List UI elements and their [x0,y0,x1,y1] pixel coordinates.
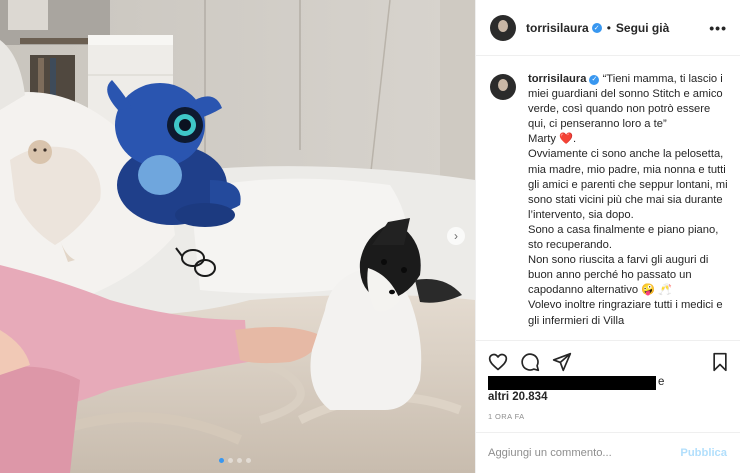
carousel-dot [237,458,242,463]
post-action-bar [476,340,740,379]
carousel-dot [228,458,233,463]
more-options-icon[interactable]: ••• [709,20,727,36]
likes-count-link[interactable]: altri 20.834 [488,391,547,403]
bookmark-icon[interactable] [711,352,729,372]
post-header: torrisilaura ✓ • Segui già ••• [476,0,740,56]
author-username[interactable]: torrisilaura [526,21,589,35]
likes-conjunction: e [658,376,665,388]
caption-author-avatar[interactable] [490,74,516,100]
carousel-dot [219,458,224,463]
post-timestamp[interactable]: 1 ORA FA [488,412,525,421]
comment-icon[interactable] [520,352,540,372]
caption-verified-badge-icon: ✓ [589,74,600,85]
likes-summary: e altri 20.834 [488,376,733,406]
redacted-liker-names [488,376,656,390]
post-side-panel: torrisilaura ✓ • Segui già ••• torrisila… [475,0,740,473]
heart-icon[interactable] [488,352,508,372]
post-photo[interactable]: › [0,0,475,473]
share-icon[interactable] [552,352,572,372]
author-line: torrisilaura ✓ • Segui già [526,21,669,35]
header-separator: • [606,20,611,35]
comment-form: Aggiungi un commento... Pubblica [476,432,740,474]
post-caption: torrisilaura ✓ “Tieni mamma, ti lascio i … [476,72,740,340]
publish-comment-button[interactable]: Pubblica [680,447,727,459]
caption-body: torrisilaura ✓ “Tieni mamma, ti lascio i … [528,72,728,329]
follow-status-button[interactable]: Segui già [616,21,669,35]
comment-input[interactable]: Aggiungi un commento... [488,447,612,459]
carousel-next-button[interactable]: › [447,227,465,245]
photo-illustration [0,0,475,473]
carousel-dot [246,458,251,463]
carousel-indicator [219,458,251,463]
instagram-post-modal: › torrisilaura ✓ • Segui già ••• torrisi… [0,0,740,473]
caption-text: “Tieni mamma, ti lascio i miei guardiani… [528,73,728,327]
author-avatar[interactable] [490,14,516,41]
verified-badge-icon: ✓ [591,22,602,33]
caption-username[interactable]: torrisilaura [528,73,586,85]
